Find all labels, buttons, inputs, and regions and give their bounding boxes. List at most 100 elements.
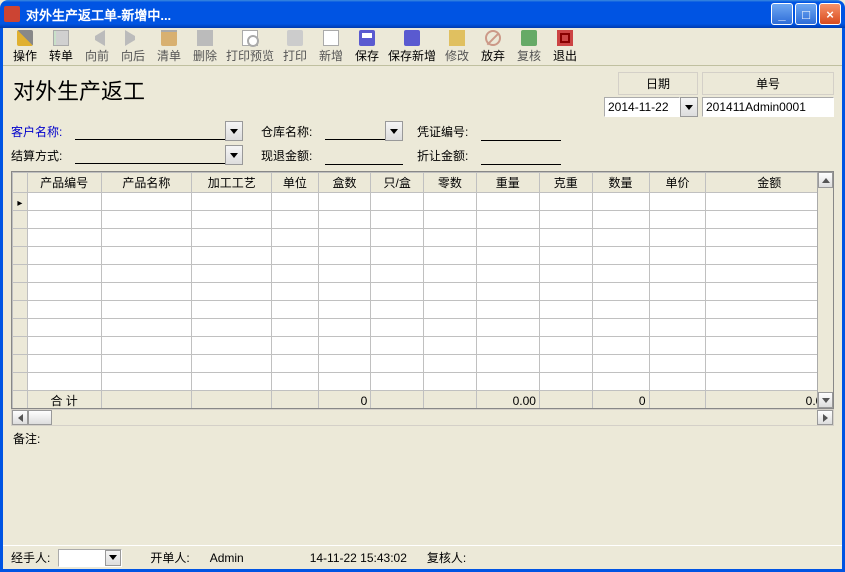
toolbar-clear-button: 清单: [151, 29, 187, 65]
warehouse-label: 仓库名称:: [261, 123, 321, 140]
print-icon: [287, 30, 303, 46]
remark-label: 备注:: [13, 432, 40, 446]
status-bar: 经手人: 开单人: Admin 14-11-22 15:43:02 复核人:: [3, 545, 842, 569]
table-row[interactable]: [13, 301, 833, 319]
toolbar-print-preview-button: 打印预览: [223, 29, 277, 65]
cancel-icon: [485, 30, 501, 46]
grid-header-2[interactable]: 加工工艺: [192, 173, 272, 193]
settle-label: 结算方式:: [11, 147, 71, 164]
toolbar-save-new-button[interactable]: 保存新增: [385, 29, 439, 65]
toolbar-operate-button[interactable]: 操作: [7, 29, 43, 65]
app-icon: [4, 6, 20, 22]
table-row[interactable]: [13, 355, 833, 373]
customer-label: 客户名称:: [11, 123, 71, 140]
scroll-left-button[interactable]: [12, 410, 28, 425]
table-row[interactable]: [13, 211, 833, 229]
handler-dropdown-button[interactable]: [105, 550, 121, 566]
document-number-input[interactable]: 201411Admin0001: [702, 97, 834, 117]
customer-input[interactable]: [75, 121, 225, 140]
window-titlebar: 对外生产返工单-新增中... _ □ ×: [0, 0, 845, 28]
horizontal-scrollbar[interactable]: [11, 409, 834, 426]
scroll-thumb[interactable]: [28, 410, 52, 425]
main-toolbar: 操作 转单 向前 向后 清单 删除 打印预览 打印 新增 保存 保存新增 修改 …: [3, 28, 842, 66]
handler-label: 经手人:: [11, 549, 50, 566]
data-grid-container: 产品编号产品名称加工工艺单位盒数只/盒零数重量克重数量单价金额合 计00.000…: [11, 171, 834, 409]
header-number-label: 单号: [702, 72, 834, 95]
exit-icon: [557, 30, 573, 46]
table-row[interactable]: [13, 229, 833, 247]
table-row[interactable]: [13, 265, 833, 283]
grid-header-5[interactable]: 只/盒: [371, 173, 424, 193]
scroll-down-button[interactable]: [818, 392, 833, 408]
grid-header-0[interactable]: 产品编号: [27, 173, 101, 193]
operate-icon: [17, 30, 33, 46]
grid-header-1[interactable]: 产品名称: [101, 173, 192, 193]
window-close-button[interactable]: ×: [819, 3, 841, 25]
toolbar-transfer-button[interactable]: 转单: [43, 29, 79, 65]
table-row[interactable]: [13, 247, 833, 265]
toolbar-review-button: 复核: [511, 29, 547, 65]
review-icon: [521, 30, 537, 46]
refund-label: 现退金额:: [261, 147, 321, 164]
grid-header-3[interactable]: 单位: [272, 173, 318, 193]
print-preview-icon: [242, 30, 258, 46]
grid-header-9[interactable]: 数量: [592, 173, 649, 193]
grid-header-11[interactable]: 金额: [706, 173, 833, 193]
window-minimize-button[interactable]: _: [771, 3, 793, 25]
creator-value: Admin: [210, 551, 244, 565]
back-icon: [89, 30, 105, 46]
save-icon: [359, 30, 375, 46]
table-row[interactable]: [13, 193, 833, 211]
voucher-label: 凭证编号:: [417, 123, 477, 140]
edit-icon: [449, 30, 465, 46]
delete-icon: [197, 30, 213, 46]
warehouse-dropdown-button[interactable]: [385, 121, 403, 141]
date-input[interactable]: 2014-11-22: [604, 97, 680, 117]
toolbar-new-button: 新增: [313, 29, 349, 65]
grid-header-7[interactable]: 重量: [476, 173, 539, 193]
voucher-input[interactable]: [481, 122, 561, 141]
table-row[interactable]: [13, 337, 833, 355]
grid-header-6[interactable]: 零数: [424, 173, 477, 193]
vertical-scrollbar[interactable]: [817, 172, 833, 408]
window-maximize-button[interactable]: □: [795, 3, 817, 25]
grid-header-10[interactable]: 单价: [649, 173, 706, 193]
toolbar-edit-button: 修改: [439, 29, 475, 65]
grid-header-8[interactable]: 克重: [539, 173, 592, 193]
table-row[interactable]: [13, 283, 833, 301]
scroll-right-button[interactable]: [817, 410, 833, 425]
new-icon: [323, 30, 339, 46]
data-grid[interactable]: 产品编号产品名称加工工艺单位盒数只/盒零数重量克重数量单价金额合 计00.000…: [12, 172, 833, 409]
save-new-icon: [404, 30, 420, 46]
scroll-up-button[interactable]: [818, 172, 833, 188]
handler-combo[interactable]: [58, 549, 122, 567]
reviewer-label: 复核人:: [427, 549, 466, 566]
table-row[interactable]: [13, 319, 833, 337]
warehouse-input[interactable]: [325, 121, 385, 140]
toolbar-back-button: 向前: [79, 29, 115, 65]
refund-input[interactable]: [325, 146, 403, 165]
window-title: 对外生产返工单-新增中...: [24, 5, 771, 24]
settle-dropdown-button[interactable]: [225, 145, 243, 165]
page-title: 对外生产返工: [11, 72, 604, 116]
grid-total-row: 合 计00.0000.00: [13, 391, 833, 410]
toolbar-cancel-button[interactable]: 放弃: [475, 29, 511, 65]
clear-icon: [161, 30, 177, 46]
settle-input[interactable]: [75, 145, 225, 164]
discount-label: 折让金额:: [417, 147, 477, 164]
customer-dropdown-button[interactable]: [225, 121, 243, 141]
status-datetime: 14-11-22 15:43:02: [310, 551, 407, 565]
date-dropdown-button[interactable]: [680, 97, 698, 117]
header-date-label: 日期: [618, 72, 698, 95]
transfer-icon: [53, 30, 69, 46]
table-row[interactable]: [13, 373, 833, 391]
forward-icon: [125, 30, 141, 46]
toolbar-forward-button: 向后: [115, 29, 151, 65]
grid-header-4[interactable]: 盒数: [318, 173, 371, 193]
creator-label: 开单人:: [150, 549, 189, 566]
discount-input[interactable]: [481, 146, 561, 165]
toolbar-save-button[interactable]: 保存: [349, 29, 385, 65]
toolbar-print-button: 打印: [277, 29, 313, 65]
toolbar-exit-button[interactable]: 退出: [547, 29, 583, 65]
toolbar-delete-button: 删除: [187, 29, 223, 65]
